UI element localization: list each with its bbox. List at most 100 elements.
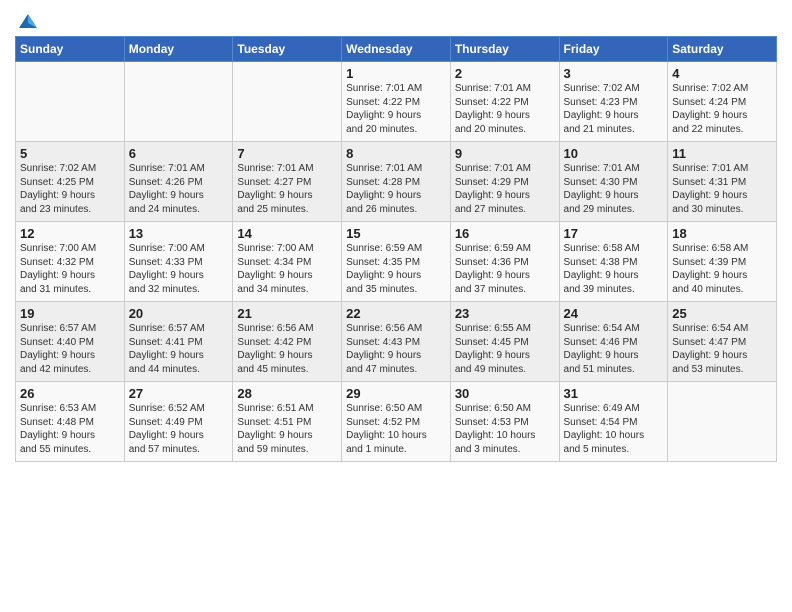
logo — [15, 10, 39, 28]
day-info: Sunrise: 6:59 AMSunset: 4:36 PMDaylight:… — [455, 242, 555, 296]
day-info: Sunrise: 6:55 AMSunset: 4:45 PMDaylight:… — [455, 322, 555, 376]
header — [15, 10, 777, 28]
weekday-header-friday: Friday — [559, 37, 668, 62]
day-cell: 14Sunrise: 7:00 AMSunset: 4:34 PMDayligh… — [233, 222, 342, 302]
day-info: Sunrise: 6:58 AMSunset: 4:38 PMDaylight:… — [564, 242, 664, 296]
day-info: Sunrise: 6:57 AMSunset: 4:41 PMDaylight:… — [129, 322, 229, 376]
day-number: 15 — [346, 226, 446, 241]
weekday-header-row: SundayMondayTuesdayWednesdayThursdayFrid… — [16, 37, 777, 62]
day-number: 18 — [672, 226, 772, 241]
day-info: Sunrise: 6:50 AMSunset: 4:53 PMDaylight:… — [455, 402, 555, 456]
day-number: 22 — [346, 306, 446, 321]
day-number: 29 — [346, 386, 446, 401]
day-cell: 27Sunrise: 6:52 AMSunset: 4:49 PMDayligh… — [124, 382, 233, 462]
day-info: Sunrise: 7:01 AMSunset: 4:26 PMDaylight:… — [129, 162, 229, 216]
day-cell: 28Sunrise: 6:51 AMSunset: 4:51 PMDayligh… — [233, 382, 342, 462]
day-number: 5 — [20, 146, 120, 161]
day-cell: 18Sunrise: 6:58 AMSunset: 4:39 PMDayligh… — [668, 222, 777, 302]
calendar-page: SundayMondayTuesdayWednesdayThursdayFrid… — [0, 0, 792, 612]
day-number: 13 — [129, 226, 229, 241]
day-info: Sunrise: 7:02 AMSunset: 4:24 PMDaylight:… — [672, 82, 772, 136]
day-number: 25 — [672, 306, 772, 321]
day-number: 31 — [564, 386, 664, 401]
day-cell: 23Sunrise: 6:55 AMSunset: 4:45 PMDayligh… — [450, 302, 559, 382]
day-cell: 19Sunrise: 6:57 AMSunset: 4:40 PMDayligh… — [16, 302, 125, 382]
day-info: Sunrise: 7:01 AMSunset: 4:28 PMDaylight:… — [346, 162, 446, 216]
day-number: 21 — [237, 306, 337, 321]
day-cell: 10Sunrise: 7:01 AMSunset: 4:30 PMDayligh… — [559, 142, 668, 222]
day-info: Sunrise: 7:01 AMSunset: 4:30 PMDaylight:… — [564, 162, 664, 216]
day-number: 9 — [455, 146, 555, 161]
day-number: 11 — [672, 146, 772, 161]
day-info: Sunrise: 6:58 AMSunset: 4:39 PMDaylight:… — [672, 242, 772, 296]
day-cell: 13Sunrise: 7:00 AMSunset: 4:33 PMDayligh… — [124, 222, 233, 302]
day-cell — [124, 62, 233, 142]
day-cell: 25Sunrise: 6:54 AMSunset: 4:47 PMDayligh… — [668, 302, 777, 382]
day-info: Sunrise: 6:54 AMSunset: 4:47 PMDaylight:… — [672, 322, 772, 376]
week-row-2: 5Sunrise: 7:02 AMSunset: 4:25 PMDaylight… — [16, 142, 777, 222]
day-info: Sunrise: 7:00 AMSunset: 4:34 PMDaylight:… — [237, 242, 337, 296]
day-cell: 6Sunrise: 7:01 AMSunset: 4:26 PMDaylight… — [124, 142, 233, 222]
day-number: 8 — [346, 146, 446, 161]
day-number: 28 — [237, 386, 337, 401]
day-cell: 24Sunrise: 6:54 AMSunset: 4:46 PMDayligh… — [559, 302, 668, 382]
weekday-header-saturday: Saturday — [668, 37, 777, 62]
day-cell: 31Sunrise: 6:49 AMSunset: 4:54 PMDayligh… — [559, 382, 668, 462]
day-cell: 16Sunrise: 6:59 AMSunset: 4:36 PMDayligh… — [450, 222, 559, 302]
day-info: Sunrise: 7:01 AMSunset: 4:29 PMDaylight:… — [455, 162, 555, 216]
day-number: 20 — [129, 306, 229, 321]
weekday-header-sunday: Sunday — [16, 37, 125, 62]
day-info: Sunrise: 6:57 AMSunset: 4:40 PMDaylight:… — [20, 322, 120, 376]
day-cell: 29Sunrise: 6:50 AMSunset: 4:52 PMDayligh… — [342, 382, 451, 462]
day-number: 27 — [129, 386, 229, 401]
day-info: Sunrise: 6:52 AMSunset: 4:49 PMDaylight:… — [129, 402, 229, 456]
day-info: Sunrise: 6:56 AMSunset: 4:43 PMDaylight:… — [346, 322, 446, 376]
day-number: 10 — [564, 146, 664, 161]
day-number: 30 — [455, 386, 555, 401]
day-info: Sunrise: 6:56 AMSunset: 4:42 PMDaylight:… — [237, 322, 337, 376]
day-cell: 12Sunrise: 7:00 AMSunset: 4:32 PMDayligh… — [16, 222, 125, 302]
day-info: Sunrise: 6:53 AMSunset: 4:48 PMDaylight:… — [20, 402, 120, 456]
day-number: 17 — [564, 226, 664, 241]
day-number: 23 — [455, 306, 555, 321]
day-number: 12 — [20, 226, 120, 241]
week-row-3: 12Sunrise: 7:00 AMSunset: 4:32 PMDayligh… — [16, 222, 777, 302]
day-cell: 22Sunrise: 6:56 AMSunset: 4:43 PMDayligh… — [342, 302, 451, 382]
weekday-header-monday: Monday — [124, 37, 233, 62]
logo-icon — [17, 10, 39, 32]
day-info: Sunrise: 7:01 AMSunset: 4:22 PMDaylight:… — [455, 82, 555, 136]
weekday-header-thursday: Thursday — [450, 37, 559, 62]
day-cell: 8Sunrise: 7:01 AMSunset: 4:28 PMDaylight… — [342, 142, 451, 222]
day-cell — [16, 62, 125, 142]
day-info: Sunrise: 7:02 AMSunset: 4:23 PMDaylight:… — [564, 82, 664, 136]
day-info: Sunrise: 6:54 AMSunset: 4:46 PMDaylight:… — [564, 322, 664, 376]
calendar-header: SundayMondayTuesdayWednesdayThursdayFrid… — [16, 37, 777, 62]
day-number: 14 — [237, 226, 337, 241]
day-number: 1 — [346, 66, 446, 81]
calendar-table: SundayMondayTuesdayWednesdayThursdayFrid… — [15, 36, 777, 462]
day-cell: 21Sunrise: 6:56 AMSunset: 4:42 PMDayligh… — [233, 302, 342, 382]
day-number: 16 — [455, 226, 555, 241]
day-cell: 20Sunrise: 6:57 AMSunset: 4:41 PMDayligh… — [124, 302, 233, 382]
day-cell: 3Sunrise: 7:02 AMSunset: 4:23 PMDaylight… — [559, 62, 668, 142]
day-number: 26 — [20, 386, 120, 401]
day-info: Sunrise: 7:01 AMSunset: 4:27 PMDaylight:… — [237, 162, 337, 216]
day-cell: 2Sunrise: 7:01 AMSunset: 4:22 PMDaylight… — [450, 62, 559, 142]
day-cell — [233, 62, 342, 142]
day-info: Sunrise: 7:00 AMSunset: 4:33 PMDaylight:… — [129, 242, 229, 296]
day-cell: 30Sunrise: 6:50 AMSunset: 4:53 PMDayligh… — [450, 382, 559, 462]
calendar-body: 1 Sunrise: 7:01 AMSunset: 4:22 PMDaylight… — [16, 62, 777, 462]
day-cell: 4Sunrise: 7:02 AMSunset: 4:24 PMDaylight… — [668, 62, 777, 142]
day-number: 3 — [564, 66, 664, 81]
day-cell: 9Sunrise: 7:01 AMSunset: 4:29 PMDaylight… — [450, 142, 559, 222]
day-cell: 15Sunrise: 6:59 AMSunset: 4:35 PMDayligh… — [342, 222, 451, 302]
day-number: 6 — [129, 146, 229, 161]
day-number: 7 — [237, 146, 337, 161]
day-cell: 7Sunrise: 7:01 AMSunset: 4:27 PMDaylight… — [233, 142, 342, 222]
day-cell: 5Sunrise: 7:02 AMSunset: 4:25 PMDaylight… — [16, 142, 125, 222]
day-cell — [668, 382, 777, 462]
day-info: Sunrise: 7:02 AMSunset: 4:25 PMDaylight:… — [20, 162, 120, 216]
day-number: 19 — [20, 306, 120, 321]
day-cell: 17Sunrise: 6:58 AMSunset: 4:38 PMDayligh… — [559, 222, 668, 302]
day-info: Sunrise: 7:01 AMSunset: 4:31 PMDaylight:… — [672, 162, 772, 216]
